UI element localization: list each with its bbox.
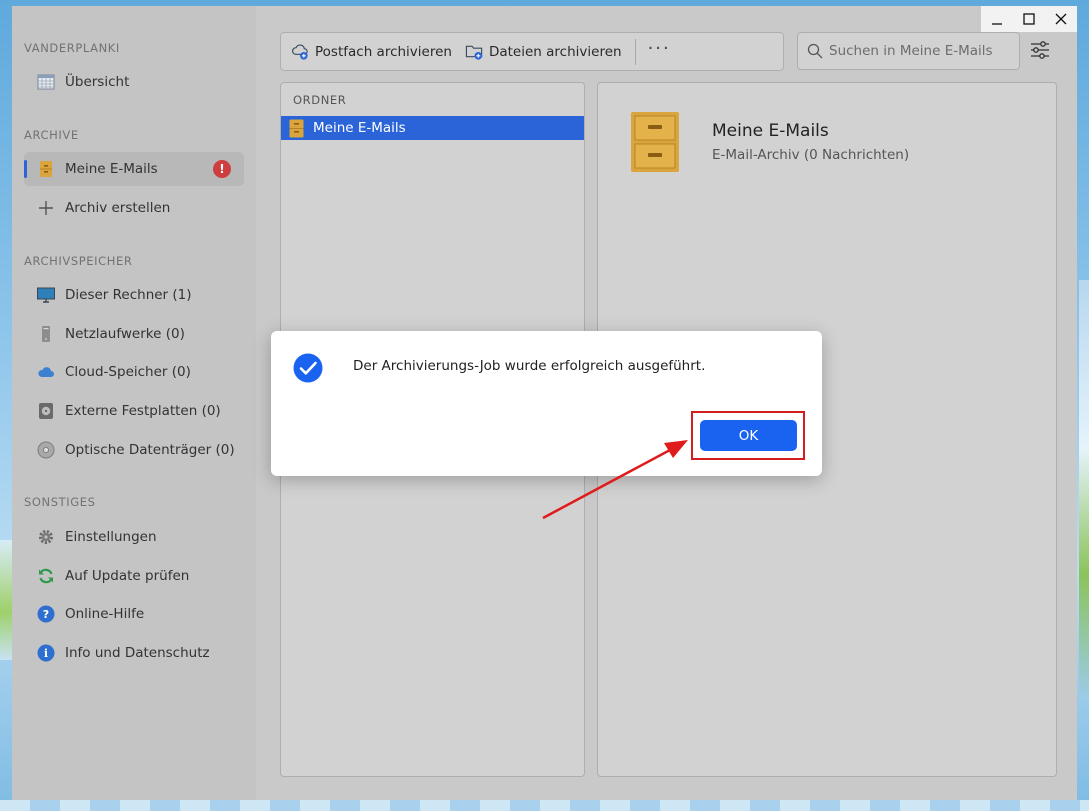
folder-item-label: Meine E-Mails bbox=[313, 120, 406, 136]
file-cabinet-icon bbox=[289, 119, 304, 137]
sidebar-item-label: Cloud-Speicher (0) bbox=[65, 364, 191, 380]
archive-files-label: Dateien archivieren bbox=[488, 43, 622, 60]
success-dialog: Der Archivierungs-Job wurde erfolgreich … bbox=[271, 331, 822, 476]
calendar-grid-icon bbox=[37, 73, 55, 91]
archive-subtitle: E-Mail-Archiv (0 Nachrichten) bbox=[712, 147, 910, 163]
desktop-background-right bbox=[1079, 280, 1089, 700]
sidebar-item-label: Dieser Rechner (1) bbox=[65, 287, 192, 303]
plus-icon bbox=[37, 199, 55, 217]
section-title-other: SONSTIGES bbox=[24, 495, 96, 509]
search-icon bbox=[807, 43, 823, 59]
minimize-button[interactable] bbox=[981, 6, 1013, 32]
sidebar-item-overview[interactable]: Übersicht bbox=[24, 65, 244, 99]
section-title-storage: ARCHIVSPEICHER bbox=[24, 254, 133, 268]
section-title-archive: ARCHIVE bbox=[24, 128, 79, 142]
error-badge-icon[interactable]: ! bbox=[213, 160, 231, 178]
folder-item-my-emails[interactable]: Meine E-Mails bbox=[281, 116, 584, 140]
info-icon: i bbox=[37, 644, 55, 662]
gear-icon bbox=[37, 528, 55, 546]
sidebar-item-online-help[interactable]: ? Online-Hilfe bbox=[24, 597, 244, 631]
refresh-icon bbox=[37, 567, 55, 585]
sidebar-item-label: Netzlaufwerke (0) bbox=[65, 326, 185, 342]
sidebar-item-cloud-storage[interactable]: Cloud-Speicher (0) bbox=[24, 355, 244, 389]
hard-drive-icon bbox=[37, 402, 55, 420]
dialog-message: Der Archivierungs-Job wurde erfolgreich … bbox=[353, 358, 706, 374]
sidebar-item-label: Externe Festplatten (0) bbox=[65, 403, 221, 419]
active-indicator bbox=[24, 160, 27, 178]
network-drive-icon bbox=[37, 325, 55, 343]
search-box[interactable] bbox=[797, 32, 1020, 70]
sidebar-item-create-archive[interactable]: Archiv erstellen bbox=[24, 191, 244, 225]
maximize-icon bbox=[1023, 13, 1035, 25]
sidebar-item-network-drives[interactable]: Netzlaufwerke (0) bbox=[24, 317, 244, 351]
cloud-add-icon bbox=[292, 44, 308, 60]
sidebar-item-info-privacy[interactable]: i Info und Datenschutz bbox=[24, 636, 244, 670]
optical-disc-icon bbox=[37, 441, 55, 459]
sidebar-item-label: Einstellungen bbox=[65, 529, 157, 545]
sidebar-item-label: Auf Update prüfen bbox=[65, 568, 190, 584]
toolbar: Postfach archivieren Dateien archivieren… bbox=[280, 32, 784, 71]
sidebar-item-check-update[interactable]: Auf Update prüfen bbox=[24, 559, 244, 593]
help-icon: ? bbox=[37, 605, 55, 623]
folder-panel-header: ORDNER bbox=[293, 93, 347, 107]
sidebar: VANDERPLANKI Übersicht ARCHIVE Meine E-M… bbox=[12, 6, 256, 800]
section-title-vanderplanki: VANDERPLANKI bbox=[24, 41, 120, 55]
file-cabinet-large-icon bbox=[631, 112, 679, 172]
sidebar-item-optical-discs[interactable]: Optische Datenträger (0) bbox=[24, 433, 244, 467]
file-cabinet-icon bbox=[37, 160, 55, 178]
sidebar-item-external-drives[interactable]: Externe Festplatten (0) bbox=[24, 394, 244, 428]
archive-mailbox-button[interactable]: Postfach archivieren bbox=[291, 33, 452, 70]
close-icon bbox=[1055, 13, 1067, 25]
desktop-background-left bbox=[0, 540, 12, 660]
monitor-icon bbox=[37, 286, 55, 304]
sidebar-item-label: Übersicht bbox=[65, 74, 130, 90]
sidebar-item-my-emails[interactable]: Meine E-Mails ! bbox=[24, 152, 244, 186]
minimize-icon bbox=[992, 23, 1002, 25]
checkmark-circle-icon bbox=[293, 353, 323, 383]
archive-files-button[interactable]: Dateien archivieren bbox=[465, 33, 622, 70]
cloud-icon bbox=[37, 363, 55, 381]
sidebar-item-this-computer[interactable]: Dieser Rechner (1) bbox=[24, 278, 244, 312]
toolbar-divider bbox=[634, 38, 636, 65]
maximize-button[interactable] bbox=[1013, 6, 1045, 32]
close-button[interactable] bbox=[1045, 6, 1077, 32]
desktop-background-bottom bbox=[0, 800, 1089, 811]
svg-text:i: i bbox=[44, 647, 48, 660]
ok-button[interactable]: OK bbox=[700, 420, 797, 451]
folder-add-icon bbox=[465, 45, 483, 60]
sidebar-item-label: Online-Hilfe bbox=[65, 606, 145, 622]
archive-mailbox-label: Postfach archivieren bbox=[315, 43, 452, 60]
sidebar-item-settings[interactable]: Einstellungen bbox=[24, 520, 244, 554]
svg-text:?: ? bbox=[43, 608, 49, 621]
filter-settings-button[interactable] bbox=[1030, 39, 1050, 63]
sidebar-item-label: Meine E-Mails bbox=[65, 161, 158, 177]
sliders-icon bbox=[1031, 41, 1049, 59]
sidebar-item-label: Optische Datenträger (0) bbox=[65, 442, 235, 458]
search-input[interactable] bbox=[829, 43, 1009, 59]
sidebar-item-label: Archiv erstellen bbox=[65, 200, 171, 216]
archive-title: Meine E-Mails bbox=[712, 121, 829, 141]
more-options-button[interactable]: ··· bbox=[648, 38, 671, 65]
window-controls bbox=[981, 6, 1077, 32]
sidebar-item-label: Info und Datenschutz bbox=[65, 645, 210, 661]
